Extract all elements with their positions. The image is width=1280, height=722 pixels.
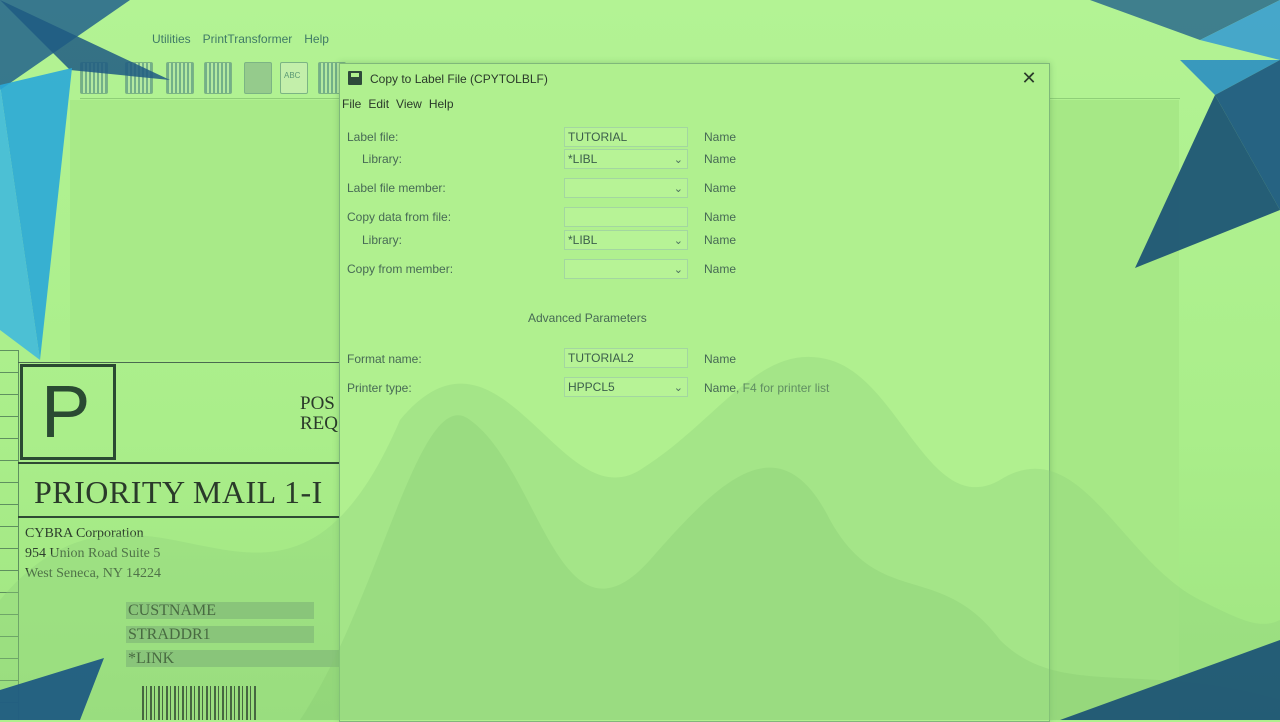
label-member-select[interactable]: ⌄ [564, 178, 688, 198]
divider [18, 462, 340, 464]
postage-text: POS REQ [300, 393, 338, 434]
printer-type-label: Printer type: [347, 381, 412, 395]
label-library-value: *LIBL [568, 152, 598, 166]
copy-to-label-file-dialog: Copy to Label File (CPYTOLBLF) ✕ File Ed… [339, 63, 1050, 722]
close-icon[interactable]: ✕ [1017, 68, 1041, 90]
menu-utilities[interactable]: Utilities [150, 32, 193, 52]
copy-from-file-input[interactable] [564, 207, 688, 227]
barcode-toolbar-icon[interactable] [204, 62, 232, 94]
app-menubar: Utilities PrintTransformer Help [150, 32, 331, 52]
copy-member-select[interactable]: ⌄ [564, 259, 688, 279]
text-toolbar-icon[interactable] [280, 62, 308, 94]
menu-file[interactable]: File [342, 97, 361, 115]
dialog-menubar: File Edit View Help [342, 97, 454, 115]
label-file-hint: Name [704, 130, 737, 144]
copy-library-label: Library: [362, 233, 403, 247]
copy-from-file-hint: Name [704, 210, 737, 224]
advanced-parameters-heading: Advanced Parameters [528, 311, 647, 325]
barcode-toolbar-icon[interactable] [166, 62, 194, 94]
priority-mail-title: PRIORITY MAIL 1-I [34, 474, 323, 510]
dialog-titlebar[interactable]: Copy to Label File (CPYTOLBLF) ✕ [340, 64, 1049, 94]
label-field[interactable]: STRADDR1 [126, 626, 314, 643]
chevron-down-icon: ⌄ [673, 264, 683, 276]
copy-library-hint: Name [704, 233, 737, 247]
label-member-hint: Name [704, 181, 737, 195]
chevron-down-icon: ⌄ [673, 183, 683, 195]
copy-from-file-label: Copy data from file: [347, 210, 452, 224]
printer-type-value: HPPCL5 [568, 380, 615, 394]
divider [18, 516, 340, 518]
label-library-label: Library: [362, 152, 403, 166]
barcode [142, 686, 258, 720]
menu-help[interactable]: Help [302, 32, 331, 52]
chevron-down-icon: ⌄ [673, 235, 683, 247]
format-name-input[interactable]: TUTORIAL2 [564, 348, 688, 368]
dialog-title: Copy to Label File (CPYTOLBLF) [370, 72, 548, 86]
copy-member-hint: Name [704, 262, 737, 276]
format-name-label: Format name: [347, 352, 422, 366]
label-file-input[interactable]: TUTORIAL [564, 127, 688, 147]
copy-library-value: *LIBL [568, 233, 598, 247]
printer-type-hint: Name, F4 for printer list [704, 381, 830, 395]
copy-member-label: Copy from member: [347, 262, 454, 276]
app-panel [70, 100, 350, 360]
toolbar-icon[interactable] [125, 62, 153, 94]
menu-view[interactable]: View [396, 97, 422, 115]
label-file-label: Label file: [347, 130, 399, 144]
label-library-select[interactable]: *LIBL ⌄ [564, 149, 688, 169]
chevron-down-icon: ⌄ [673, 382, 683, 394]
label-field[interactable]: CUSTNAME [126, 602, 314, 619]
stack-toolbar-icon[interactable] [244, 62, 272, 94]
window-icon [348, 71, 362, 85]
label-member-label: Label file member: [347, 181, 446, 195]
toolbar-icon[interactable] [80, 62, 108, 94]
printer-type-select[interactable]: HPPCL5 ⌄ [564, 377, 688, 397]
vertical-ruler [0, 350, 19, 720]
app-right-pane [1048, 100, 1179, 720]
address-line: West Seneca, NY 14224 [25, 566, 161, 581]
label-library-hint: Name [704, 152, 737, 166]
menu-printtransformer[interactable]: PrintTransformer [201, 32, 295, 52]
priority-p-box: P [20, 364, 116, 460]
menu-edit[interactable]: Edit [368, 97, 389, 115]
chevron-down-icon: ⌄ [673, 154, 683, 166]
address-line: 954 Union Road Suite 5 [25, 546, 161, 561]
copy-library-select[interactable]: *LIBL ⌄ [564, 230, 688, 250]
menu-help[interactable]: Help [429, 97, 454, 115]
address-line: CYBRA Corporation [25, 526, 144, 541]
label-field[interactable]: *LINK [126, 650, 340, 667]
format-name-hint: Name [704, 352, 737, 366]
